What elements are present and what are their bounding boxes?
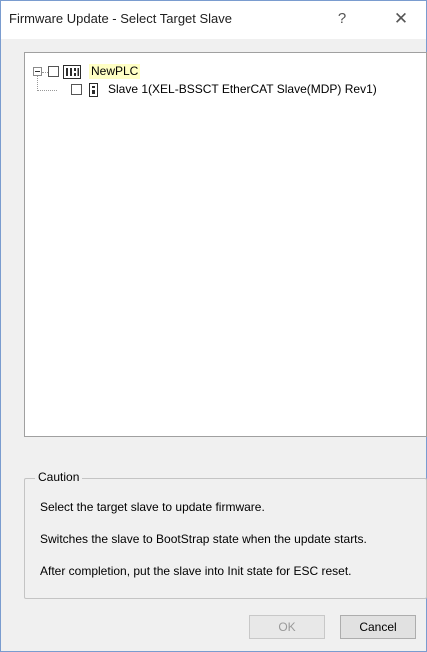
slave-tree[interactable]: NewPLC Slave 1(XEL-BSSCT EtherCAT Slave(… — [24, 52, 427, 437]
title-bar: Firmware Update - Select Target Slave ? … — [1, 1, 426, 39]
tree-node-label[interactable]: NewPLC — [89, 64, 141, 79]
caution-group: Caution Select the target slave to updat… — [24, 470, 427, 599]
caution-line: Switches the slave to BootStrap state wh… — [40, 532, 367, 546]
help-button[interactable]: ? — [325, 6, 359, 32]
slave-checkbox[interactable] — [71, 84, 82, 95]
collapse-toggle-icon[interactable] — [33, 67, 42, 76]
caution-line: After completion, put the slave into Ini… — [40, 564, 352, 578]
dialog-title: Firmware Update - Select Target Slave — [9, 11, 233, 26]
ok-button[interactable]: OK — [249, 615, 325, 639]
caution-title: Caution — [35, 470, 83, 484]
cancel-button[interactable]: Cancel — [340, 615, 416, 639]
tree-node-label[interactable]: Slave 1(XEL-BSSCT EtherCAT Slave(MDP) Re… — [108, 82, 377, 97]
plc-icon — [63, 65, 81, 79]
plc-checkbox[interactable] — [48, 66, 59, 77]
caution-line: Select the target slave to update firmwa… — [40, 500, 265, 514]
tree-connector — [37, 90, 57, 91]
close-button[interactable]: ✕ — [384, 6, 418, 32]
slave-device-icon — [89, 83, 98, 97]
firmware-update-dialog: Firmware Update - Select Target Slave ? … — [0, 0, 427, 652]
tree-connector — [37, 76, 38, 91]
